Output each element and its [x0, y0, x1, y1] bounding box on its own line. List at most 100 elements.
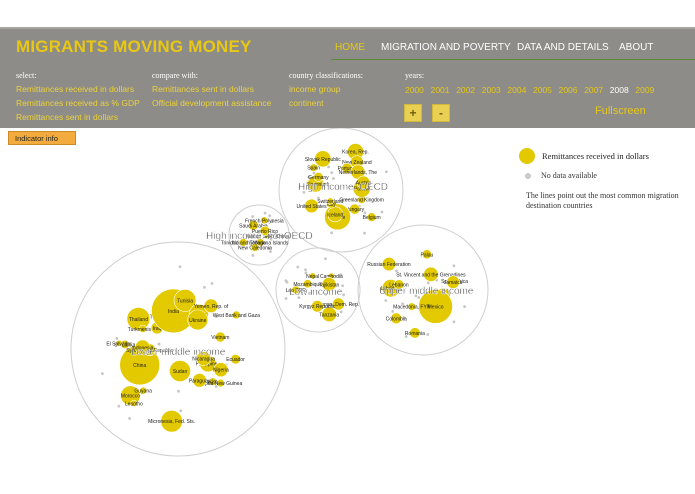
country-label: French Polynesia: [245, 218, 284, 224]
no-data-dot: [179, 409, 183, 413]
legend-received-label: Remittances received in dollars: [542, 151, 649, 161]
country-label: Kyrgyz Republic: [299, 304, 336, 310]
no-data-dot: [268, 214, 272, 218]
nav-home[interactable]: HOME: [335, 42, 365, 53]
country-label: Romania: [405, 331, 425, 337]
cluster-lower-middle-income[interactable]: PhilippinesPakistanNigeriaPapua New Guin…: [70, 241, 286, 457]
year-2008[interactable]: 2008: [610, 85, 629, 95]
country-label: Thailand: [129, 317, 148, 323]
country-label: India: [168, 309, 179, 315]
nav-migration-and-poverty[interactable]: MIGRATION AND POVERTY: [381, 42, 511, 53]
classification-heading: country classifications:: [289, 71, 363, 80]
no-data-dot: [177, 389, 180, 393]
country-label: United States: [297, 204, 328, 210]
country-label: Macedonia, FYR: [393, 305, 431, 311]
cluster-low-income[interactable]: Congo, Dem. Rep.TanzaniaKyrgyz RepublicL…: [275, 247, 361, 333]
classification-option-income-group[interactable]: income group: [289, 84, 341, 94]
country-label: Lesotho: [125, 401, 143, 407]
country-label: Spain: [307, 166, 320, 172]
no-data-dot: [330, 231, 333, 235]
classification-option-continent[interactable]: continent: [289, 98, 324, 108]
compare-heading: compare with:: [152, 71, 198, 80]
cluster-label: Low income: [289, 287, 343, 298]
country-label: Belgium: [363, 215, 381, 221]
country-label: China: [133, 363, 146, 369]
country-label: Palau: [420, 252, 433, 258]
year-2007[interactable]: 2007: [584, 85, 603, 95]
year-2002[interactable]: 2002: [456, 85, 475, 95]
country-label: Guyana: [134, 389, 152, 395]
year-2005[interactable]: 2005: [533, 85, 552, 95]
select-option-sent-dollars[interactable]: Remittances sent in dollars: [16, 112, 118, 122]
cluster-label: High income: OECD: [298, 182, 388, 193]
compare-option-sent-dollars[interactable]: Remittances sent in dollars: [152, 84, 254, 94]
cluster-high-income-nonoecd[interactable]: Macao SAR, ChinaNorthern Mariana Islands…: [206, 204, 313, 266]
no-data-dot: [363, 231, 367, 235]
no-data-dot: [324, 257, 327, 261]
country-label: Paraguay: [189, 378, 211, 384]
country-label: Greenland Kingdom: [339, 198, 383, 204]
select-option-received-dollars[interactable]: Remittances received in dollars: [16, 84, 134, 94]
country-label: Slovak Republic: [305, 157, 341, 163]
indicator-info-button[interactable]: Indicator info: [8, 131, 76, 145]
legend-gray-dot: [525, 173, 531, 179]
no-data-dot: [178, 265, 182, 269]
country-label: El Salvador: [106, 341, 132, 347]
country-label: Sudan: [173, 369, 188, 375]
legend-yellow-dot: [519, 148, 535, 164]
country-label: Ukraine: [189, 318, 206, 324]
cluster-upper-middle-income[interactable]: PeruMexicoRomaniaColombiaMacedonia, FYRL…: [357, 224, 489, 356]
nav-data-and-details[interactable]: DATA AND DETAILS: [517, 42, 609, 53]
year-2006[interactable]: 2006: [559, 85, 578, 95]
no-data-dot: [384, 170, 388, 174]
year-2003[interactable]: 2003: [482, 85, 501, 95]
no-data-dot: [210, 282, 214, 285]
year-2009[interactable]: 2009: [635, 85, 654, 95]
no-data-dot: [100, 372, 104, 376]
no-data-dot: [157, 342, 161, 346]
select-option-received-gdp[interactable]: Remittances received as % GDP: [16, 98, 140, 108]
year-2001[interactable]: 2001: [431, 85, 450, 95]
select-heading: select:: [16, 71, 37, 80]
no-data-dot: [251, 254, 255, 257]
app-title: MIGRANTS MOVING MONEY: [16, 37, 252, 56]
country-label: Yemen, Rep. of: [194, 304, 229, 310]
zoom-in-button[interactable]: +: [404, 104, 422, 122]
no-data-dot: [296, 265, 300, 269]
fullscreen-button[interactable]: Fullscreen: [595, 105, 646, 117]
app-window: MIGRANTS MOVING MONEY HOME MIGRATION AND…: [0, 0, 695, 494]
compare-option-oda[interactable]: Official development assistance: [152, 98, 271, 108]
year-2000[interactable]: 2000: [405, 85, 424, 95]
country-label: Russian Federation: [367, 262, 411, 268]
country-label: Ecuador: [226, 357, 245, 363]
no-data-dot: [332, 177, 335, 180]
country-label: Korea, Rep.: [342, 150, 369, 156]
cluster-label: High income: nonOECD: [206, 231, 313, 242]
no-data-dot: [426, 333, 430, 336]
no-data-dot: [115, 336, 119, 340]
country-label: Tanzania: [319, 312, 339, 318]
country-label: Vietnam: [211, 335, 229, 341]
nav-about[interactable]: ABOUT: [619, 42, 653, 53]
no-data-dot: [304, 268, 307, 272]
country-label: Nepal: [306, 274, 319, 280]
no-data-dot: [330, 171, 334, 175]
country-label: West Bank and Gaza: [213, 313, 260, 319]
zoom-out-button[interactable]: -: [432, 104, 450, 122]
no-data-dot: [203, 285, 206, 289]
no-data-dot: [339, 310, 343, 314]
country-label: Micronesia, Fed. Sts.: [148, 419, 195, 425]
country-label: Iceland: [327, 212, 343, 218]
cluster-label: Lower middle income: [131, 347, 226, 358]
no-data-dot: [327, 165, 331, 169]
legend-no-data-label: No data available: [541, 171, 597, 180]
no-data-dot: [128, 417, 132, 420]
no-data-dot: [380, 210, 384, 214]
country-label: Germany: [308, 175, 329, 181]
year-2004[interactable]: 2004: [507, 85, 526, 95]
no-data-dot: [463, 305, 466, 309]
nav-underline: [331, 59, 695, 60]
legend-note: The lines point out the most common migr…: [526, 191, 679, 210]
no-data-dot: [426, 281, 430, 285]
no-data-dot: [342, 293, 345, 297]
